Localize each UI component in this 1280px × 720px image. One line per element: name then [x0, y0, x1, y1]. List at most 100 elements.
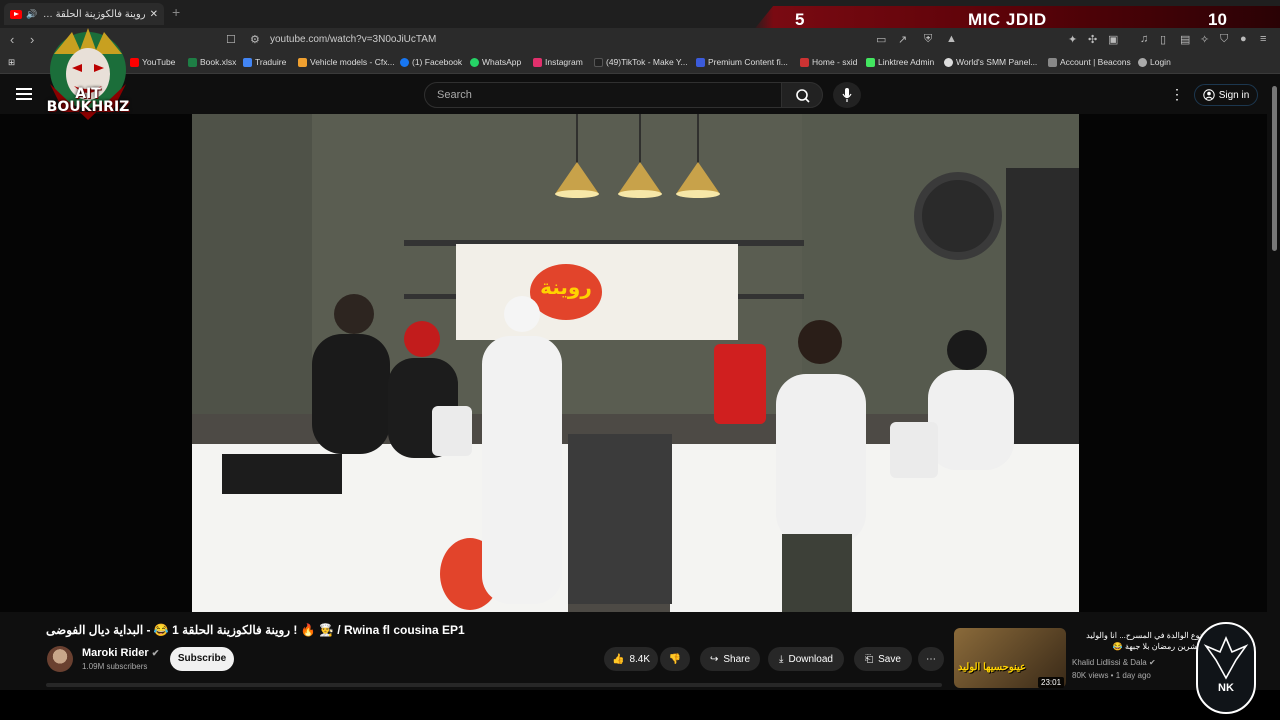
like-count: 8.4K: [629, 653, 651, 665]
recommended-video-title[interactable]: نوع الوالدة في المسرح... انا والوليد عشر…: [1072, 630, 1202, 652]
download-icon: ⤓: [779, 653, 784, 665]
scrollbar-thumb[interactable]: [1272, 86, 1277, 251]
search-icon: [796, 89, 810, 103]
channel-name[interactable]: Maroki Rider ✔: [82, 647, 159, 659]
screen-cast-icon[interactable]: ▭: [876, 33, 886, 46]
tab-title: روينة فالكوزينة الحلقة 1 😂 - البد: [41, 8, 146, 20]
bookmark-icon[interactable]: ☐: [226, 33, 236, 46]
more-actions-button[interactable]: ⋯: [918, 647, 944, 671]
hamburger-menu-icon[interactable]: [16, 88, 32, 102]
page-divider: [46, 683, 942, 687]
share-arrow-icon: ↪: [709, 653, 719, 665]
more-options-icon[interactable]: ⋮: [1170, 86, 1184, 103]
bookmark-premium-content[interactable]: Premium Content fi...: [696, 57, 788, 67]
bookmark-linktree[interactable]: Linktree Admin: [866, 57, 934, 67]
puzzle-icon[interactable]: ✣: [1088, 33, 1097, 46]
video-player[interactable]: روينة: [192, 114, 1079, 612]
verified-icon: ✔: [1148, 658, 1156, 667]
tabs-icon[interactable]: ▤: [1180, 33, 1190, 46]
excel-icon: [188, 57, 197, 67]
video-frame: روينة: [192, 114, 1079, 612]
sign-in-button[interactable]: Sign in: [1194, 84, 1258, 106]
like-button[interactable]: 👍 8.4K: [604, 647, 658, 671]
browser-menu-icon[interactable]: ≡: [1260, 33, 1266, 45]
microphone-icon: [842, 88, 852, 102]
cfx-icon: [298, 57, 307, 67]
linktree-icon: [866, 57, 875, 67]
search-input[interactable]: Search: [424, 82, 782, 108]
bookmark-traduire[interactable]: Traduire: [243, 57, 286, 67]
video-title: روينة فالكوزينة الحلقة 1 😂 - البداية ديا…: [46, 623, 465, 637]
tiktok-icon: [594, 57, 603, 67]
account-icon: [1203, 89, 1215, 101]
verified-icon: ✔: [151, 648, 160, 658]
logo-text: AIT BOUKHRIZ: [46, 86, 130, 115]
share-page-icon[interactable]: ↗: [898, 33, 907, 46]
thumbs-up-icon: 👍: [611, 653, 625, 665]
globe-icon: [944, 57, 953, 67]
recommended-channel-name[interactable]: Khalid Lidlissi & Dala ✔: [1072, 658, 1156, 667]
sparkle-icon[interactable]: ✧: [1200, 33, 1209, 46]
search-button[interactable]: [781, 82, 823, 108]
new-tab-button[interactable]: +: [172, 4, 180, 20]
player-backdrop-right: [1079, 114, 1267, 612]
video-duration: 23:01: [1038, 677, 1065, 688]
beacons-icon: [1048, 57, 1057, 67]
save-bookmark-icon: ⎗: [865, 653, 874, 665]
bookmark-smm-panel[interactable]: World's SMM Panel...: [944, 57, 1037, 67]
bookmark-tiktok[interactable]: (49)TikTok - Make Y...: [594, 57, 688, 67]
apps-grid-icon[interactable]: ⊞: [8, 57, 15, 68]
scoreboard-title: MIC JDID: [968, 10, 1047, 29]
close-tab-icon[interactable]: ✕: [150, 9, 158, 20]
ellipsis-icon: ⋯: [926, 653, 936, 665]
thumbs-down-icon: 👎: [668, 653, 682, 665]
thumbnail-text: عينوحسيها الوليد: [958, 662, 1027, 673]
joker-logo: [50, 28, 126, 120]
phoenix-icon: [1203, 635, 1249, 680]
sxid-icon: [800, 57, 809, 67]
sidebar-icon[interactable]: ▯: [1160, 33, 1166, 46]
bookmark-login[interactable]: Login: [1138, 57, 1171, 67]
recommended-video-meta: 80K views • 1 day ago: [1072, 671, 1151, 680]
translate-icon: [243, 57, 252, 67]
save-button[interactable]: ⎗ Save: [854, 647, 912, 671]
bookmark-facebook[interactable]: (1) Facebook: [400, 57, 462, 67]
bookmark-home-sxid[interactable]: Home - sxid: [800, 57, 857, 67]
shield-icon[interactable]: ⛉: [1220, 33, 1228, 46]
svg-text:روينة: روينة: [540, 275, 592, 299]
bookmark-whatsapp[interactable]: WhatsApp: [470, 57, 521, 67]
subscriber-count: 1.09M subscribers: [82, 662, 148, 671]
nk-badge: [1196, 622, 1256, 714]
score-left: 5: [795, 10, 805, 29]
bookmark-beacons[interactable]: Account | Beacons: [1048, 57, 1131, 67]
subscribe-button[interactable]: Subscribe: [170, 647, 234, 671]
instagram-icon: [533, 57, 542, 67]
sound-icon: 🔊: [26, 8, 38, 19]
facebook-icon: [400, 57, 409, 67]
browser-tab[interactable]: 🔊 روينة فالكوزينة الحلقة 1 😂 - البد ✕: [4, 3, 164, 25]
screenshot-icon[interactable]: ▣: [1108, 33, 1118, 46]
url-field[interactable]: youtube.com/watch?v=3N0oJiUcTAM: [240, 31, 1280, 49]
profile-icon[interactable]: ●: [1240, 33, 1247, 45]
link-icon: [1138, 57, 1147, 67]
whatsapp-icon: [470, 57, 479, 67]
channel-avatar[interactable]: [47, 646, 73, 672]
download-button[interactable]: ⤓ Download: [768, 647, 844, 671]
extension-icon[interactable]: ✦: [1068, 33, 1077, 46]
dislike-button[interactable]: 👎: [660, 647, 690, 671]
extension-triangle-icon[interactable]: ▲: [946, 33, 957, 45]
youtube-favicon-icon: [10, 9, 22, 19]
score-right: 10: [1208, 10, 1227, 29]
music-icon[interactable]: ♫: [1140, 33, 1148, 45]
badge-text: NK: [1218, 682, 1234, 694]
bookmark-book-xlsx[interactable]: Book.xlsx: [188, 57, 236, 67]
voice-search-button[interactable]: [833, 82, 861, 108]
back-icon[interactable]: ‹: [10, 32, 14, 47]
player-backdrop-left: [0, 114, 192, 612]
taskbar-area: [0, 690, 1280, 720]
bookmark-instagram[interactable]: Instagram: [533, 57, 583, 67]
extension-shield-icon[interactable]: ⛨: [924, 33, 932, 46]
share-button[interactable]: ↪ Share: [700, 647, 760, 671]
bookmark-vehicle-models[interactable]: Vehicle models - Cfx...: [298, 57, 395, 67]
premium-icon: [696, 57, 705, 67]
